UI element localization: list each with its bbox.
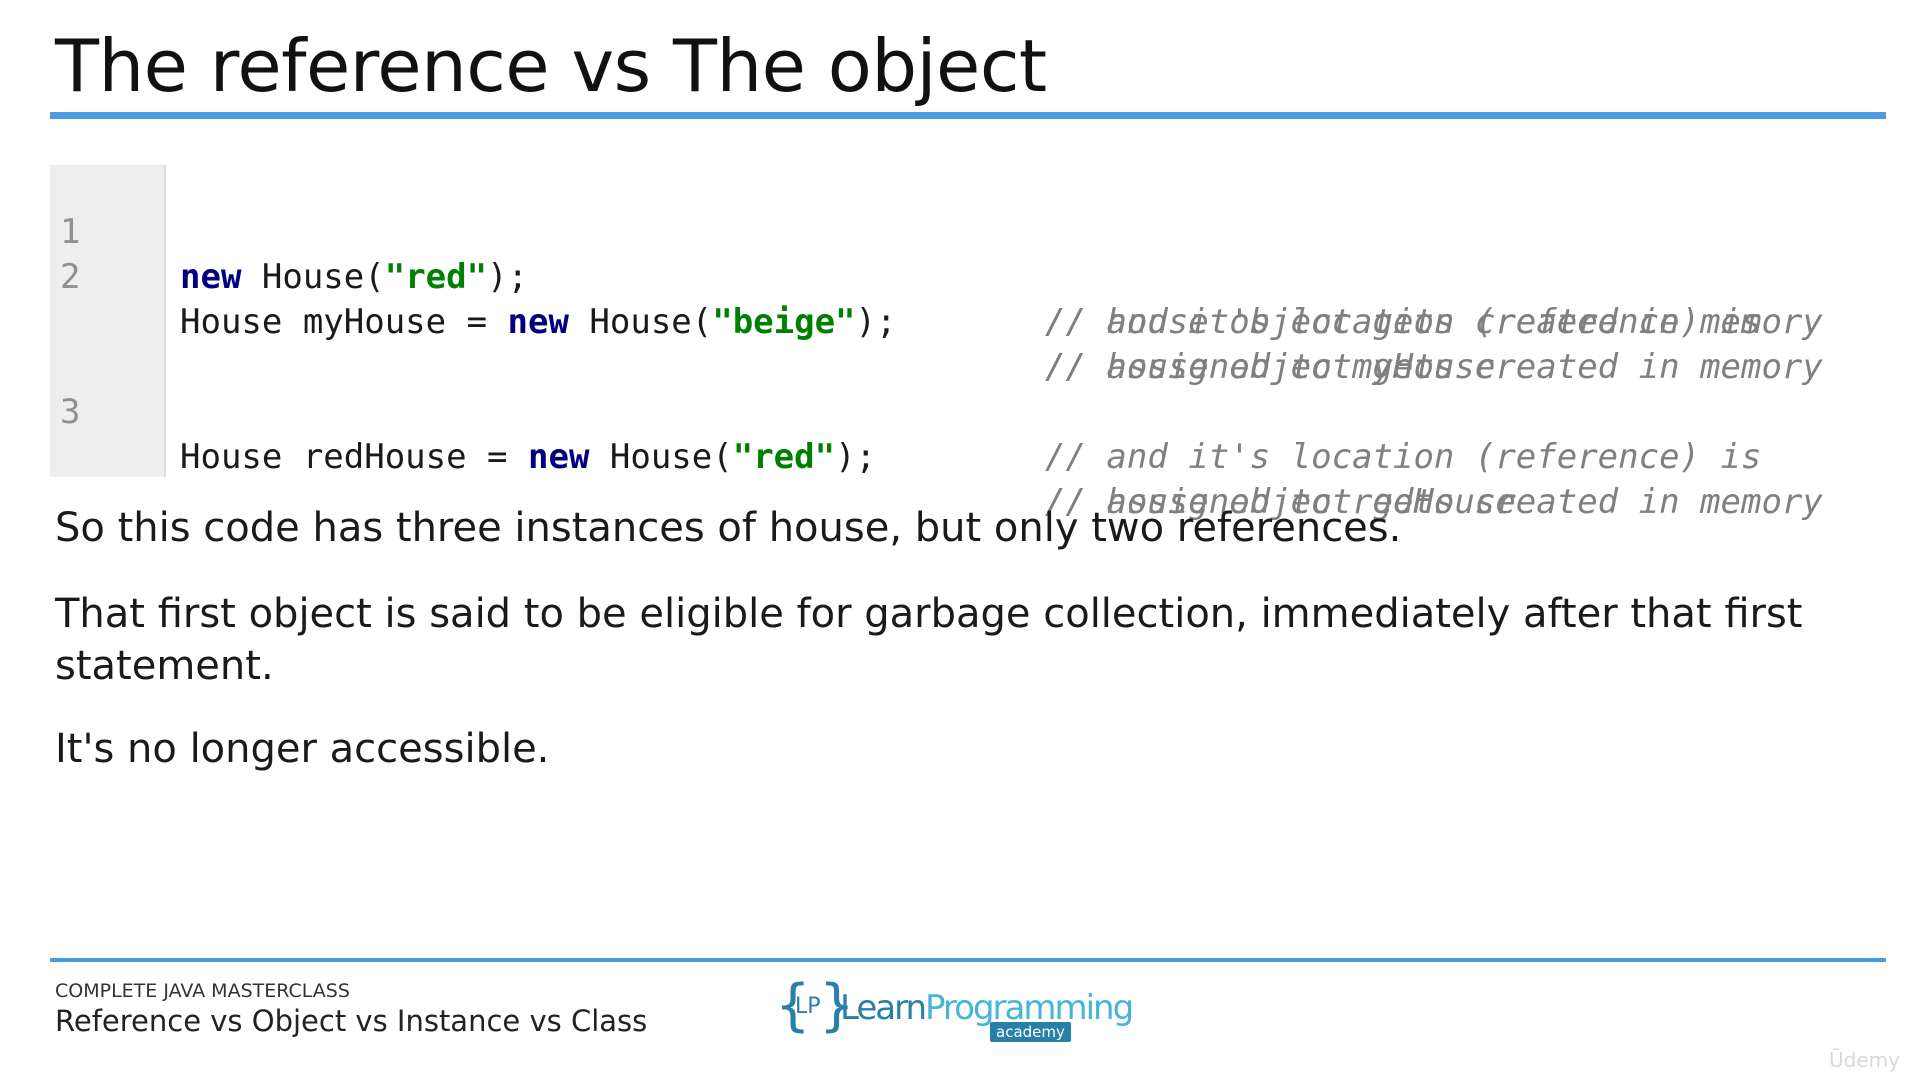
title-divider — [50, 112, 1886, 119]
comment-continuation: // assigned to myHouse — [50, 300, 1890, 387]
learnprogramming-logo: { LP } LearnProgramming academy — [775, 978, 1134, 1048]
logo-academy-tag: academy — [990, 1022, 1071, 1042]
comment-continuation: // assigned to redHouse — [50, 435, 1890, 522]
comment-continuation: // and it's location (reference) is — [50, 390, 1890, 477]
body-paragraph: That first object is said to be eligible… — [55, 591, 1803, 689]
code-block: 1 new House("red"); // house object gets… — [50, 165, 1890, 522]
lecture-title: Reference vs Object vs Instance vs Class — [55, 1004, 648, 1038]
logo-word-learn: Learn — [840, 988, 927, 1028]
code-line-3: 3 House redHouse = new House("red"); // … — [50, 345, 1890, 522]
logo-wordmark: LearnProgramming — [840, 988, 1134, 1028]
udemy-watermark: Ūdemy — [1829, 1048, 1900, 1072]
code-line-1: 1 new House("red"); // house object gets… — [50, 165, 1890, 342]
course-name: COMPLETE JAVA MASTERCLASS — [55, 980, 350, 1002]
code-line-2: 2 House myHouse = new House("beige"); //… — [50, 210, 1890, 387]
body-paragraph: It's no longer accessible. — [55, 726, 550, 772]
slide-title: The reference vs The object — [55, 24, 1047, 108]
footer-divider — [50, 958, 1886, 962]
comment-continuation: // and it's location (reference) is — [50, 255, 1890, 342]
logo-initials: LP — [795, 994, 821, 1019]
body-paragraph: So this code has three instances of hous… — [55, 505, 1402, 551]
